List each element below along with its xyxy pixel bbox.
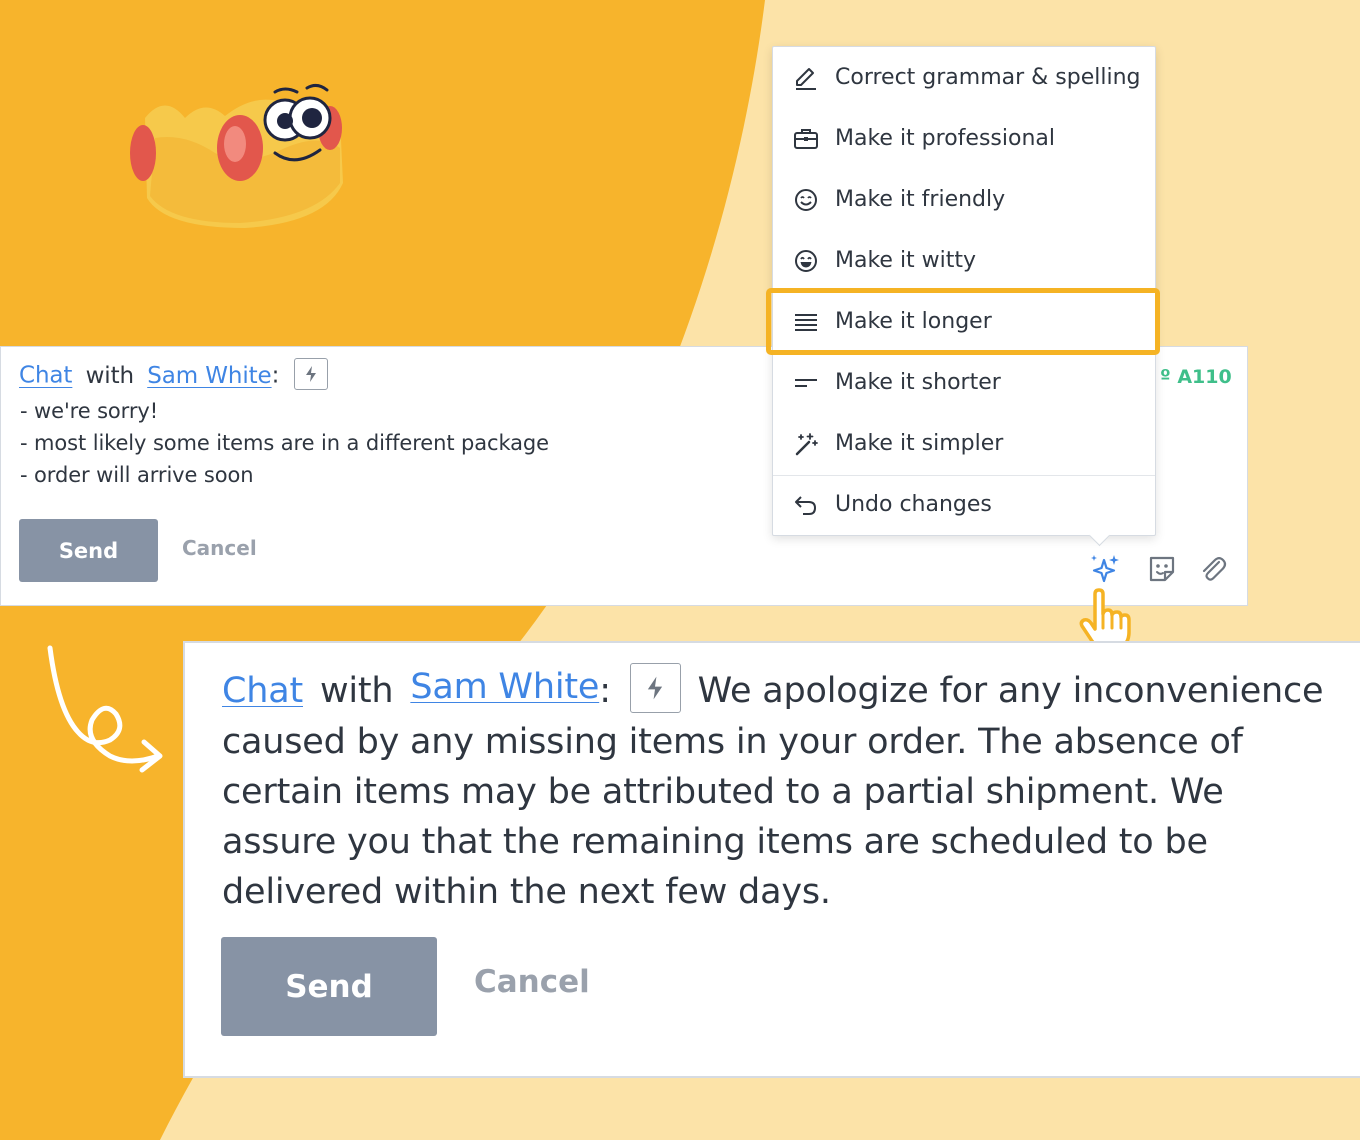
contact-name-link[interactable]: Sam White: [147, 363, 271, 389]
draft-line: - order will arrive soon: [20, 463, 254, 487]
with-label: with: [85, 362, 135, 389]
menu-item-friendly[interactable]: Make it friendly: [773, 169, 1155, 230]
menu-item-shorter[interactable]: Make it shorter: [773, 352, 1155, 413]
briefcase-icon: [794, 128, 818, 149]
menu-item-label: Correct grammar & spelling: [835, 65, 1141, 90]
paperclip-icon[interactable]: [1197, 553, 1229, 585]
menu-item-correct-grammar[interactable]: Correct grammar & spelling: [773, 47, 1155, 108]
menu-item-professional[interactable]: Make it professional: [773, 108, 1155, 169]
pencil-icon: [796, 67, 816, 90]
rewritten-message: Chat with Sam White: We apologize for an…: [222, 663, 1347, 917]
magic-wand-icon: [795, 432, 818, 455]
send-button[interactable]: Send: [19, 519, 158, 582]
contact-name-link[interactable]: Sam White: [410, 667, 599, 707]
selected-option-highlight: [766, 288, 1160, 355]
lightning-icon: [306, 366, 317, 382]
cancel-button[interactable]: Cancel: [182, 536, 257, 560]
ai-sparkles-icon[interactable]: [1088, 552, 1122, 586]
sticker-icon[interactable]: [1146, 553, 1178, 585]
cancel-button[interactable]: Cancel: [474, 964, 590, 1000]
menu-item-simpler[interactable]: Make it simpler: [773, 413, 1155, 474]
lightning-icon: [648, 676, 663, 700]
quick-reply-button[interactable]: [629, 663, 681, 713]
with-label: with: [319, 671, 394, 711]
chat-link[interactable]: Chat: [222, 671, 303, 711]
draft-line: - we're sorry!: [20, 399, 159, 423]
mascot-crown-illustration: [130, 83, 343, 228]
send-button[interactable]: Send: [221, 937, 437, 1036]
compose-header: Chat with Sam White:: [19, 358, 329, 392]
menu-item-label: Undo changes: [835, 492, 992, 517]
quick-reply-button[interactable]: [294, 358, 329, 390]
menu-item-label: Make it professional: [835, 126, 1055, 151]
menu-item-witty[interactable]: Make it witty: [773, 230, 1155, 291]
lines-short-icon: [795, 378, 817, 387]
undo-icon: [795, 495, 817, 515]
chat-link[interactable]: Chat: [19, 363, 72, 389]
menu-item-label: Make it friendly: [835, 187, 1006, 212]
menu-item-label: Make it shorter: [835, 370, 1001, 395]
menu-item-label: Make it simpler: [835, 431, 1004, 456]
curved-arrow-icon: [47, 645, 163, 773]
menu-item-label: Make it witty: [835, 248, 977, 273]
colon-label: :: [271, 362, 280, 389]
draft-line: - most likely some items are in a differ…: [20, 431, 549, 455]
colon-label: :: [599, 671, 611, 711]
laugh-icon: [795, 249, 817, 272]
smile-icon: [795, 188, 817, 211]
ticket-number: º A110: [1160, 366, 1232, 388]
